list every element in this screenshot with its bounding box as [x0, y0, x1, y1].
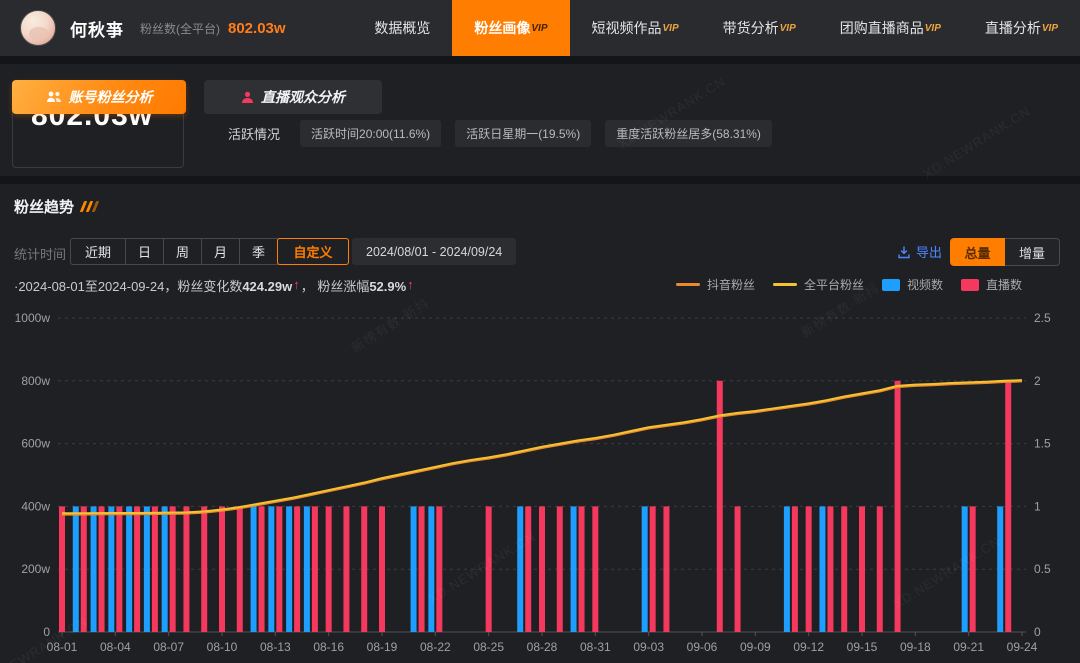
- svg-text:08-28: 08-28: [527, 640, 558, 654]
- svg-text:0: 0: [43, 625, 50, 639]
- range-recent[interactable]: 近期: [71, 239, 126, 264]
- legend-bar-swatch: [882, 279, 900, 291]
- toggle-increment[interactable]: 增量: [1005, 238, 1060, 266]
- svg-text:09-24: 09-24: [1007, 640, 1038, 654]
- legend-line-swatch: [676, 283, 700, 286]
- total-increment-toggle: 总量 增量: [950, 238, 1060, 266]
- svg-text:1.5: 1.5: [1034, 437, 1051, 451]
- svg-text:400w: 400w: [21, 499, 50, 513]
- svg-text:0: 0: [1034, 625, 1041, 639]
- legend-bar-swatch: [961, 279, 979, 291]
- tab-data-overview[interactable]: 数据概览: [352, 0, 452, 56]
- live-audience-analysis-tab[interactable]: 直播观众分析: [204, 80, 382, 114]
- range-quarter[interactable]: 季: [240, 239, 278, 264]
- svg-text:600w: 600w: [21, 437, 50, 451]
- trend-summary: ·2024-08-01至2024-09-24，粉丝变化数424.29w↑， 粉丝…: [14, 276, 415, 295]
- svg-text:08-04: 08-04: [100, 640, 131, 654]
- svg-text:2: 2: [1034, 374, 1041, 388]
- range-day[interactable]: 日: [126, 239, 164, 264]
- svg-text:2.5: 2.5: [1034, 311, 1051, 325]
- activity-heavy-chip: 重度活跃粉丝居多(58.31%): [605, 120, 772, 147]
- activity-row: 活跃情况 活跃时间20:00(11.6%) 活跃日星期一(19.5%) 重度活跃…: [228, 120, 772, 147]
- range-custom[interactable]: 自定义: [277, 238, 349, 265]
- toggle-total[interactable]: 总量: [950, 238, 1005, 266]
- tab-live-analysis[interactable]: 直播分析 VIP: [963, 0, 1080, 56]
- svg-text:08-13: 08-13: [260, 640, 291, 654]
- section-title: 粉丝趋势: [14, 196, 97, 217]
- svg-text:08-07: 08-07: [153, 640, 184, 654]
- svg-text:08-19: 08-19: [367, 640, 398, 654]
- svg-text:1000w: 1000w: [15, 311, 51, 325]
- svg-text:09-12: 09-12: [793, 640, 824, 654]
- svg-text:0.5: 0.5: [1034, 562, 1051, 576]
- svg-text:1: 1: [1034, 499, 1041, 513]
- svg-text:09-06: 09-06: [687, 640, 718, 654]
- up-arrow-icon: ↑: [293, 277, 300, 292]
- avatar[interactable]: [20, 10, 56, 46]
- svg-text:09-09: 09-09: [740, 640, 771, 654]
- account-fan-analysis-button[interactable]: 账号粉丝分析: [12, 80, 186, 114]
- legend-live-count[interactable]: 直播数: [961, 276, 1022, 293]
- creator-name: 何秋亊: [70, 16, 124, 41]
- svg-text:09-03: 09-03: [633, 640, 664, 654]
- vip-badge: VIP: [925, 23, 941, 34]
- range-segmented-control: 近期 日 周 月 季 自定义: [70, 238, 349, 265]
- date-range-picker[interactable]: 2024/08/01 - 2024/09/24: [352, 238, 516, 265]
- fans-count-value: 802.03w: [228, 20, 286, 37]
- svg-text:08-25: 08-25: [473, 640, 504, 654]
- activity-day-chip: 活跃日星期一(19.5%): [455, 120, 591, 147]
- export-button[interactable]: 导出: [897, 242, 942, 261]
- svg-text:09-21: 09-21: [953, 640, 984, 654]
- svg-text:08-01: 08-01: [47, 640, 78, 654]
- legend-video-count[interactable]: 视频数: [882, 276, 943, 293]
- up-arrow-icon: ↑: [407, 277, 414, 292]
- title-accent-icon: [82, 201, 97, 212]
- download-icon: [897, 245, 911, 259]
- tab-fan-portrait[interactable]: 粉丝画像 VIP: [452, 0, 569, 56]
- vip-badge: VIP: [780, 23, 796, 34]
- main-nav: 数据概览 粉丝画像 VIP 短视频作品 VIP 带货分析 VIP 团购直播商品 …: [352, 0, 1080, 56]
- tab-short-videos[interactable]: 短视频作品 VIP: [570, 0, 701, 56]
- legend-line-swatch: [773, 283, 797, 286]
- person-icon: [241, 91, 254, 104]
- vip-badge: VIP: [1042, 23, 1058, 34]
- fans-count-label: 粉丝数(全平台): [140, 20, 220, 37]
- legend-douyin-fans[interactable]: 抖音粉丝: [676, 276, 755, 293]
- change-value: 424.29w: [242, 279, 292, 294]
- vip-badge: VIP: [531, 23, 547, 34]
- users-icon: [46, 90, 62, 104]
- chart-legend: 抖音粉丝 全平台粉丝 视频数 直播数: [676, 276, 1022, 293]
- chart-canvas: 0 0 200w 0.5 400w 1 600w 1.5 800w 2 1000w 2.5 08-01 0…: [0, 306, 1080, 662]
- activity-label: 活跃情况: [228, 124, 280, 143]
- svg-text:08-16: 08-16: [313, 640, 344, 654]
- vip-badge: VIP: [663, 23, 679, 34]
- tab-group-live-products[interactable]: 团购直播商品 VIP: [818, 0, 963, 56]
- top-bar: 何秋亊 粉丝数(全平台) 802.03w 数据概览 粉丝画像 VIP 短视频作品…: [0, 0, 1080, 56]
- svg-text:08-22: 08-22: [420, 640, 451, 654]
- svg-text:800w: 800w: [21, 374, 50, 388]
- range-month[interactable]: 月: [202, 239, 240, 264]
- fan-trend-panel: 粉丝趋势 统计时间 近期 日 周 月 季 自定义 2024/08/01 - 20…: [0, 184, 1080, 663]
- trend-controls: 统计时间 近期 日 周 月 季 自定义 2024/08/01 - 2024/09…: [0, 238, 1080, 266]
- trend-chart[interactable]: 0 0 200w 0.5 400w 1 600w 1.5 800w 2 1000w 2.5 08-01 0…: [0, 306, 1080, 662]
- svg-text:200w: 200w: [21, 562, 50, 576]
- svg-text:09-15: 09-15: [847, 640, 878, 654]
- activity-time-chip: 活跃时间20:00(11.6%): [300, 120, 441, 147]
- legend-allplatform-fans[interactable]: 全平台粉丝: [773, 276, 864, 293]
- svg-text:08-10: 08-10: [207, 640, 238, 654]
- svg-text:09-18: 09-18: [900, 640, 931, 654]
- overview-panel: 802.03w 账号粉丝分析 直播观众分析 活跃情况 活跃时间20:00(11.…: [0, 64, 1080, 176]
- tab-ecommerce-analysis[interactable]: 带货分析 VIP: [701, 0, 818, 56]
- dashboard: 何秋亊 粉丝数(全平台) 802.03w 数据概览 粉丝画像 VIP 短视频作品…: [0, 0, 1080, 663]
- range-week[interactable]: 周: [164, 239, 202, 264]
- growth-value: 52.9%: [369, 279, 406, 294]
- stat-time-label: 统计时间: [14, 244, 66, 263]
- svg-text:08-31: 08-31: [580, 640, 611, 654]
